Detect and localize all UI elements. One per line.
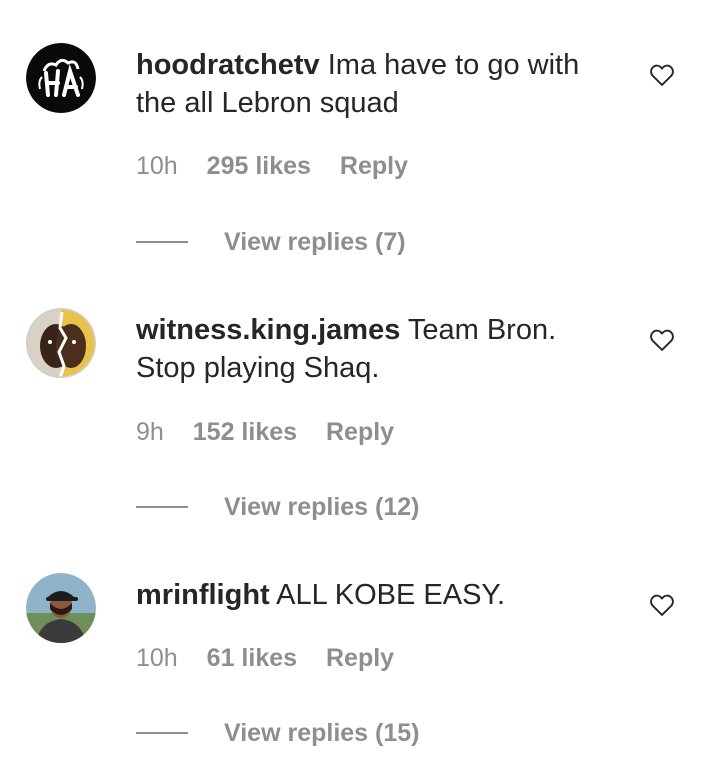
- heart-icon[interactable]: [648, 591, 676, 619]
- view-replies-button[interactable]: View replies (7): [136, 227, 406, 257]
- man-with-cap-icon: [26, 573, 96, 643]
- heart-icon[interactable]: [648, 326, 676, 354]
- likes-count[interactable]: 152 likes: [193, 418, 297, 447]
- comment-text: hoodratchetv Ima have to go with the all…: [136, 46, 616, 122]
- comment-username[interactable]: hoodratchetv: [136, 49, 320, 81]
- reply-button[interactable]: Reply: [326, 418, 394, 447]
- view-replies-label[interactable]: View replies (15): [224, 719, 419, 748]
- comment-meta: 10h 295 likes Reply: [136, 152, 408, 181]
- comment-username[interactable]: witness.king.james: [136, 314, 400, 346]
- comment-meta: 9h 152 likes Reply: [136, 418, 394, 447]
- avatar[interactable]: [26, 573, 96, 643]
- avatar[interactable]: [26, 308, 96, 378]
- replies-divider-line: [136, 506, 188, 508]
- reply-button[interactable]: Reply: [340, 152, 408, 181]
- heart-icon[interactable]: [648, 61, 676, 89]
- view-replies-label[interactable]: View replies (12): [224, 493, 419, 522]
- view-replies-label[interactable]: View replies (7): [224, 228, 406, 257]
- reply-button[interactable]: Reply: [326, 644, 394, 673]
- comment-text: witness.king.james Team Bron. Stop playi…: [136, 311, 616, 387]
- likes-count[interactable]: 61 likes: [207, 644, 297, 673]
- view-replies-button[interactable]: View replies (12): [136, 492, 419, 522]
- comment-timestamp: 9h: [136, 418, 164, 446]
- comment-meta: 10h 61 likes Reply: [136, 644, 394, 673]
- comment-timestamp: 10h: [136, 152, 178, 180]
- comment-body: ALL KOBE EASY.: [269, 579, 506, 611]
- replies-divider-line: [136, 241, 188, 243]
- replies-divider-line: [136, 732, 188, 734]
- comment-text: mrinflight ALL KOBE EASY.: [136, 576, 616, 614]
- view-replies-button[interactable]: View replies (15): [136, 718, 419, 748]
- comment-username[interactable]: mrinflight: [136, 579, 270, 611]
- comment-timestamp: 10h: [136, 644, 178, 672]
- avatar[interactable]: [26, 43, 96, 113]
- hoodratchet-logo-icon: [26, 43, 96, 113]
- split-face-icon: [26, 308, 96, 378]
- likes-count[interactable]: 295 likes: [207, 152, 311, 181]
